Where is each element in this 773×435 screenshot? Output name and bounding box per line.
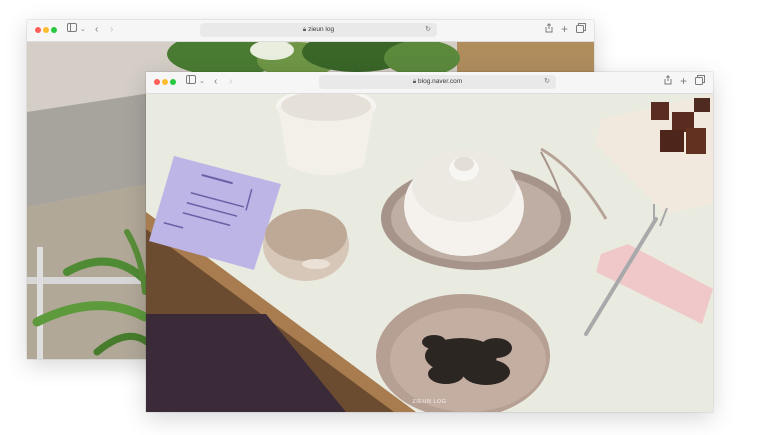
plus-icon[interactable]: + <box>561 23 568 36</box>
lock-icon: 🔒︎ <box>412 79 417 85</box>
plus-icon[interactable]: + <box>680 75 687 88</box>
tab-overview-icon[interactable] <box>576 23 586 38</box>
browser-toolbar: ⌄ ‹ › 🔒︎ zieun log ↻ + <box>27 20 594 42</box>
minimize-window-button[interactable] <box>43 27 49 33</box>
zoom-window-button[interactable] <box>170 79 176 85</box>
forward-arrow-icon[interactable]: › <box>229 75 232 89</box>
chevron-down-icon[interactable]: ⌄ <box>199 75 205 89</box>
photo-watermark: ZIEUN LOG <box>412 399 447 405</box>
back-arrow-icon[interactable]: ‹ <box>95 23 98 37</box>
reload-icon[interactable]: ↻ <box>425 23 431 37</box>
back-arrow-icon[interactable]: ‹ <box>214 75 217 89</box>
close-window-button[interactable] <box>154 79 160 85</box>
share-icon[interactable] <box>545 23 553 38</box>
address-bar-url: blog.naver.com <box>418 78 463 85</box>
tab-overview-icon[interactable] <box>695 75 705 90</box>
address-bar-url: zieun log <box>308 26 335 33</box>
tea-set-photo: ZIEUN LOG <box>146 94 713 412</box>
zoom-window-button[interactable] <box>51 27 57 33</box>
browser-window-front[interactable]: ⌄ ‹ › 🔒︎ blog.naver.com ↻ + ZIEUN LOG <box>146 72 713 412</box>
lock-icon: 🔒︎ <box>302 27 307 33</box>
address-bar[interactable]: 🔒︎ zieun log ↻ <box>200 23 437 37</box>
address-bar[interactable]: 🔒︎ blog.naver.com ↻ <box>319 75 556 89</box>
close-window-button[interactable] <box>35 27 41 33</box>
sidebar-icon[interactable] <box>67 23 77 37</box>
chevron-down-icon[interactable]: ⌄ <box>80 23 86 37</box>
sidebar-icon[interactable] <box>186 75 196 89</box>
browser-toolbar: ⌄ ‹ › 🔒︎ blog.naver.com ↻ + <box>146 72 713 94</box>
share-icon[interactable] <box>664 75 672 90</box>
reload-icon[interactable]: ↻ <box>544 75 550 89</box>
minimize-window-button[interactable] <box>162 79 168 85</box>
forward-arrow-icon[interactable]: › <box>110 23 113 37</box>
